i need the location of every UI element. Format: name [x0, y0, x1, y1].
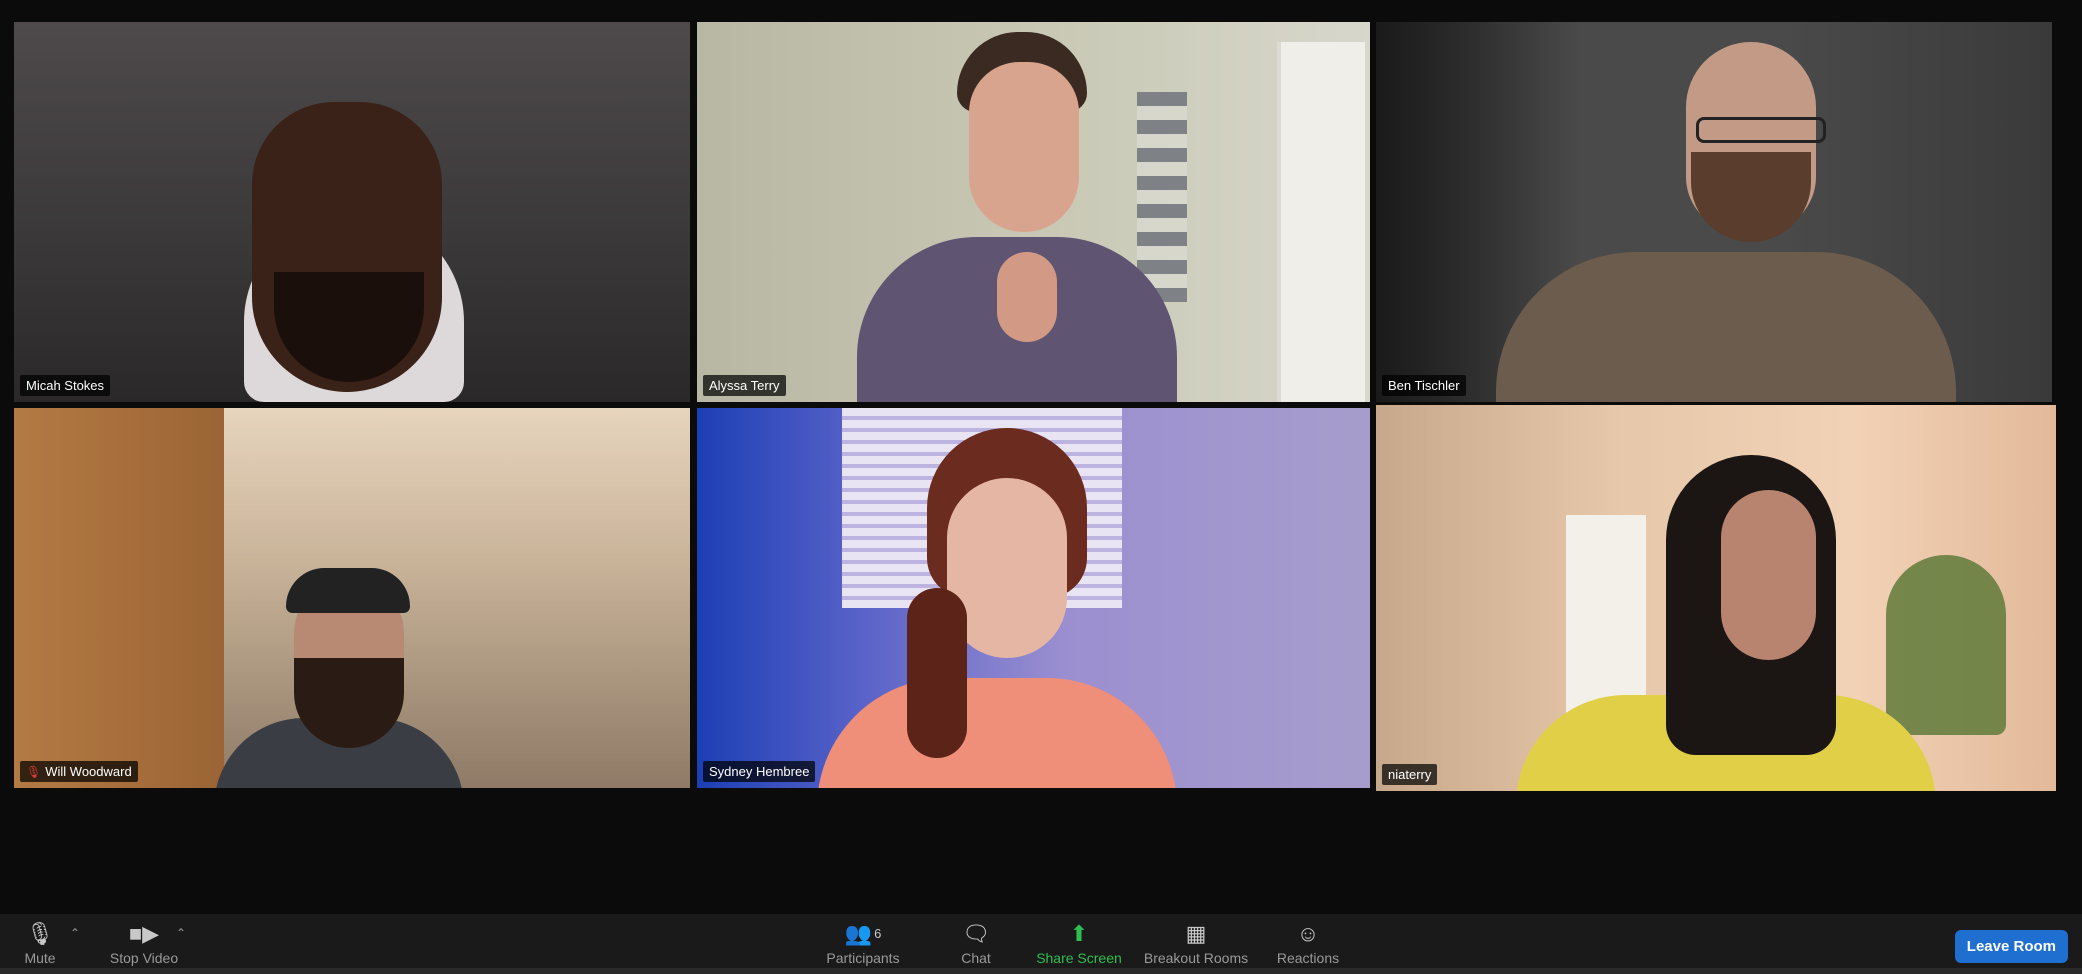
video-tile-micah-stokes[interactable]: Micah Stokes [14, 22, 690, 402]
mute-button[interactable]: 🎙 Mute [18, 920, 62, 966]
breakout-rooms-button[interactable]: ▦ Breakout Rooms [1140, 920, 1252, 966]
grid-icon: ▦ [1185, 921, 1207, 946]
video-tile-niaterry[interactable]: niaterry [1376, 405, 2056, 791]
participant-name-label: Micah Stokes [20, 375, 111, 396]
participant-figure [1496, 42, 1956, 402]
meeting-toolbar: 🎙 Mute ⌃ ■▶ Stop Video ⌃ 👥 6 Participants… [0, 914, 2082, 974]
video-tile-alyssa-terry[interactable]: Alyssa Terry [697, 22, 1370, 402]
video-camera-icon: ■▶ [128, 921, 160, 946]
reactions-button[interactable]: ☺ Reactions [1272, 920, 1344, 966]
leave-room-button[interactable]: Leave Room [1954, 930, 2068, 963]
people-icon: 👥 [844, 921, 873, 946]
participant-figure [214, 558, 464, 788]
participant-name-label: 🎙 Will Woodward [20, 761, 138, 782]
smiley-plus-icon: ☺ [1296, 921, 1320, 946]
glasses [1696, 117, 1826, 143]
participant-figure [817, 428, 1177, 788]
video-tile-sydney-hembree[interactable]: Sydney Hembree [697, 408, 1370, 788]
cabinets [14, 408, 224, 788]
participant-name-label: niaterry [1382, 764, 1438, 785]
microphone-icon: 🎙 [26, 921, 54, 946]
participants-count: 6 [874, 926, 882, 941]
share-screen-button[interactable]: ⬆ Share Screen [1032, 920, 1126, 966]
audio-options-chevron-up-icon[interactable]: ⌃ [70, 926, 80, 940]
participant-figure [1516, 445, 1936, 791]
video-options-chevron-up-icon[interactable]: ⌃ [176, 926, 186, 940]
share-screen-icon: ⬆ [1069, 921, 1089, 946]
video-gallery: Micah Stokes Alyssa Terry Ben Tischler 🎙… [0, 0, 2082, 914]
participants-button[interactable]: 👥 6 Participants [820, 920, 906, 966]
participant-name-label: Alyssa Terry [703, 375, 786, 396]
video-tile-ben-tischler[interactable]: Ben Tischler [1376, 22, 2052, 402]
muted-microphone-icon: 🎙 [26, 764, 42, 779]
participant-figure [234, 102, 474, 402]
stop-video-button[interactable]: ■▶ Stop Video [104, 920, 184, 966]
participant-name-label: Sydney Hembree [703, 761, 816, 782]
participant-figure [857, 22, 1177, 402]
horizontal-scrollbar[interactable] [0, 968, 2082, 974]
door [1277, 42, 1365, 402]
video-tile-will-woodward[interactable]: 🎙 Will Woodward [14, 408, 690, 788]
participant-name-label: Ben Tischler [1382, 375, 1466, 396]
chat-bubble-icon: 🗨 [962, 921, 990, 946]
chat-button[interactable]: 🗨 Chat [956, 920, 996, 966]
